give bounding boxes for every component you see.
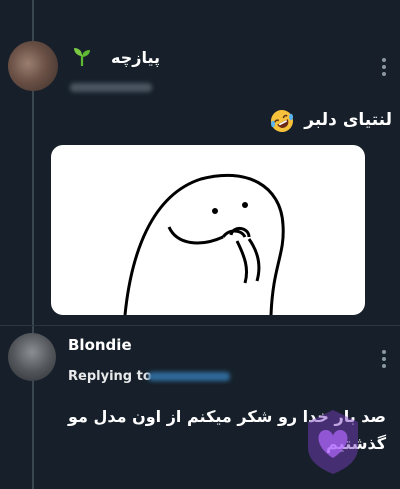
display-name[interactable]: Blondie (68, 336, 132, 354)
sprout-icon (74, 48, 90, 66)
display-name[interactable]: پیازچه (111, 48, 160, 67)
avatar[interactable] (8, 41, 58, 91)
tweet-text: لنتیای دلبر (304, 110, 392, 130)
meme-image[interactable] (51, 145, 365, 315)
rolling-on-floor-laughing-icon (271, 110, 293, 132)
purple-heart-shield-icon (308, 410, 358, 474)
blob-character-drawing (123, 173, 285, 315)
username-handle-blurred[interactable] (70, 83, 152, 92)
more-vertical-icon[interactable] (381, 58, 387, 80)
more-vertical-icon[interactable] (381, 350, 387, 372)
replying-to-label: Replying to (68, 369, 152, 384)
avatar[interactable] (8, 333, 56, 381)
replying-to-handle-blurred[interactable] (148, 372, 230, 381)
